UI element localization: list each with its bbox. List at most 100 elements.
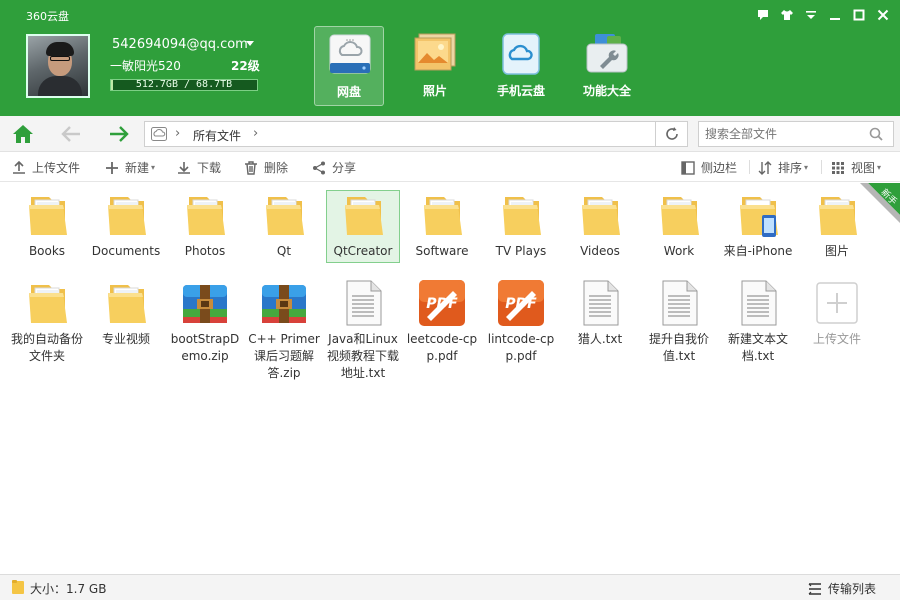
folder-icon	[424, 197, 462, 235]
delete-button[interactable]: 删除	[244, 159, 288, 176]
feedback-icon[interactable]	[754, 6, 772, 24]
account-dropdown-icon[interactable]	[246, 41, 254, 46]
folder-icon	[345, 197, 383, 235]
file-item[interactable]: PDF leetcode-cpp.pdf	[405, 279, 479, 365]
plus-icon	[106, 161, 118, 174]
download-icon	[178, 161, 190, 174]
drive-icon[interactable]	[151, 127, 167, 141]
avatar[interactable]	[26, 34, 90, 98]
text-file-icon	[583, 280, 619, 326]
upload-label: 上传文件	[32, 161, 81, 175]
nav-toolbox[interactable]: 功能大全	[572, 26, 642, 106]
forward-arrow-icon[interactable]	[108, 124, 130, 144]
folder-item[interactable]: Qt	[247, 191, 321, 260]
upload-file-tile[interactable]: 上传文件	[800, 279, 874, 348]
storage-quota-text: 512.7GB / 68.7TB	[135, 79, 233, 90]
cloud-disk-icon	[329, 34, 371, 74]
folder-icon	[819, 197, 857, 235]
file-name: Books	[28, 244, 66, 258]
file-name: Qt	[276, 244, 292, 258]
nav-photos[interactable]: 照片	[400, 26, 470, 106]
sort-button[interactable]: 排序 ▾	[758, 159, 808, 176]
search-box[interactable]	[698, 121, 894, 147]
folder-item[interactable]: Videos	[563, 191, 637, 260]
folder-icon	[108, 285, 146, 323]
file-name: Photos	[184, 244, 226, 258]
file-name: C++ Primer课后习题解答.zip	[248, 332, 320, 380]
nav-phone-cloud[interactable]: 手机云盘	[486, 26, 556, 106]
folder-item[interactable]: Photos	[168, 191, 242, 260]
file-item[interactable]: 猎人.txt	[563, 279, 637, 348]
refresh-icon[interactable]	[663, 126, 681, 142]
pdf-icon: PDF	[498, 280, 544, 326]
file-name: lintcode-cpp.pdf	[487, 332, 555, 363]
chevron-right-icon[interactable]: ›	[253, 126, 258, 141]
folder-item[interactable]: 专业视频	[89, 279, 163, 348]
folder-icon	[187, 197, 225, 235]
svg-text:PDF: PDF	[426, 296, 458, 312]
folder-icon	[29, 197, 67, 235]
caret-down-icon: ▾	[804, 163, 809, 172]
sidebar-toggle-button[interactable]: 侧边栏	[681, 159, 737, 176]
download-button[interactable]: 下载	[177, 159, 221, 176]
nav-label: 功能大全	[582, 84, 631, 98]
folder-icon	[503, 197, 541, 235]
file-name: 专业视频	[101, 332, 150, 346]
status-bar: 大小：1.7 GB 传输列表	[0, 574, 900, 600]
folder-item[interactable]: Work	[642, 191, 716, 260]
file-item[interactable]: 提升自我价值.txt	[642, 279, 716, 365]
file-item[interactable]: bootStrapDemo.zip	[168, 279, 242, 365]
nav-label: 照片	[422, 84, 447, 98]
grid-view-icon	[832, 161, 844, 174]
zip-archive-icon	[183, 285, 227, 323]
file-item[interactable]: PDF lintcode-cpp.pdf	[484, 279, 558, 365]
folder-item[interactable]: TV Plays	[484, 191, 558, 260]
minimize-icon[interactable]	[826, 6, 844, 24]
folder-item[interactable]: Documents	[89, 191, 163, 260]
back-arrow-icon[interactable]	[60, 124, 82, 144]
chevron-right-icon: ›	[175, 126, 181, 141]
search-input[interactable]	[705, 125, 865, 143]
view-label: 视图	[851, 161, 876, 175]
file-name: 我的自动备份文件夹	[10, 332, 83, 363]
menu-icon[interactable]	[802, 6, 820, 24]
transfer-list-button[interactable]: 传输列表	[808, 580, 876, 597]
file-item[interactable]: Java和Linux视频教程下载地址.txt	[326, 279, 400, 382]
view-button[interactable]: 视图 ▾	[831, 159, 881, 176]
storage-quota-bar: 512.7GB / 68.7TB	[110, 79, 258, 91]
folder-item[interactable]: Software	[405, 191, 479, 260]
folder-icon	[661, 197, 699, 235]
share-button[interactable]: 分享	[312, 159, 356, 176]
search-icon[interactable]	[869, 127, 883, 141]
maximize-icon[interactable]	[850, 6, 868, 24]
newbie-badge[interactable]: 新手	[860, 183, 900, 223]
file-item[interactable]: 新建文本文档.txt	[721, 279, 795, 365]
nav-cloud-disk[interactable]: 网盘	[314, 26, 384, 106]
app-title: 360云盘	[26, 10, 69, 23]
close-icon[interactable]	[874, 6, 892, 24]
header-bar: 360云盘 542694094@qq.com 一敏阳光520 22级 512.7…	[0, 0, 900, 116]
folder-item[interactable]: Books	[10, 191, 84, 260]
folder-item[interactable]: 来自-iPhone	[721, 191, 795, 260]
file-name: leetcode-cpp.pdf	[406, 332, 478, 363]
folder-icon	[266, 197, 304, 235]
skin-icon[interactable]	[778, 6, 796, 24]
folder-item[interactable]: 我的自动备份文件夹	[10, 279, 84, 365]
zip-archive-icon	[262, 285, 306, 323]
file-name: 图片	[824, 244, 849, 258]
breadcrumb: › 所有文件 ›	[144, 121, 688, 147]
breadcrumb-all-files[interactable]: 所有文件	[193, 127, 241, 144]
new-label: 新建	[125, 161, 150, 175]
file-name: Videos	[580, 244, 620, 258]
file-name: Documents	[91, 244, 161, 258]
upload-button[interactable]: 上传文件	[12, 159, 80, 176]
nickname: 一敏阳光520	[110, 59, 181, 73]
new-button[interactable]: 新建 ▾	[105, 159, 155, 176]
folder-item[interactable]: QtCreator	[326, 190, 400, 263]
folder-icon	[29, 285, 67, 323]
file-name: 新建文本文档.txt	[727, 332, 788, 363]
account-email[interactable]: 542694094@qq.com	[112, 37, 248, 52]
phone-folder-icon	[740, 197, 778, 237]
file-item[interactable]: C++ Primer课后习题解答.zip	[247, 279, 321, 382]
home-icon[interactable]	[12, 124, 34, 144]
